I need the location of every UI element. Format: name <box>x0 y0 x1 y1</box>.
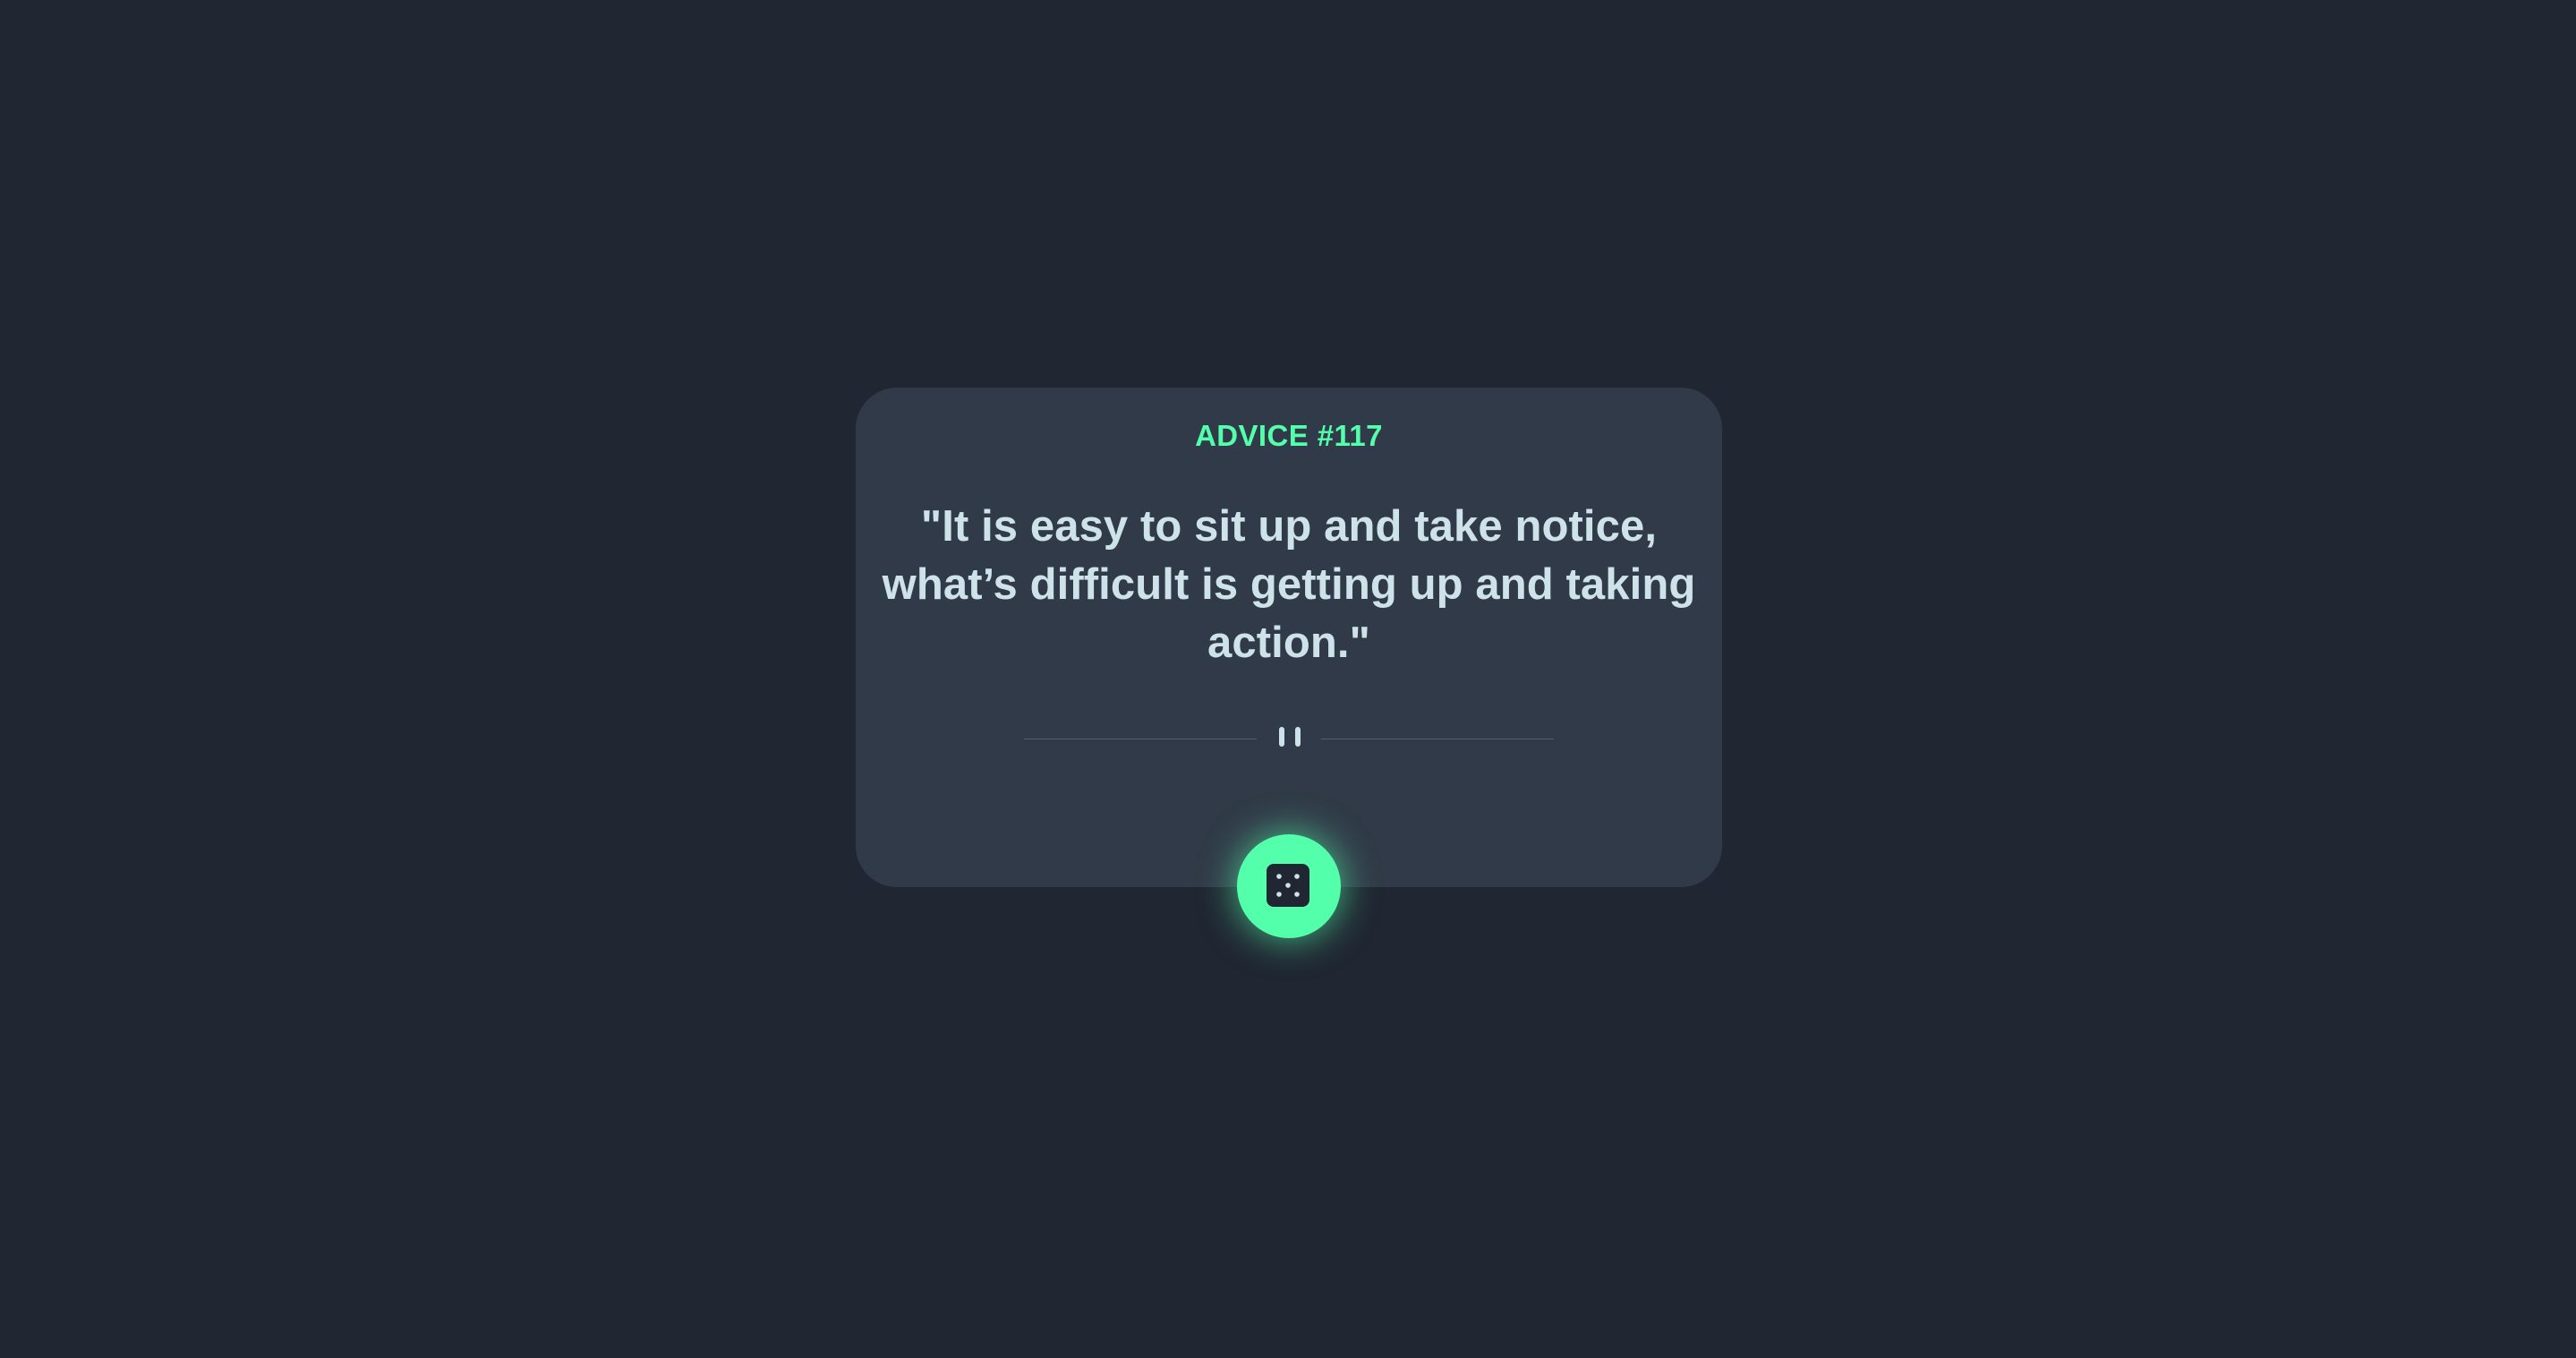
advice-heading: ADVICE #117 <box>1195 419 1383 452</box>
advice-page: ADVICE #117 "It is easy to sit up and ta… <box>0 0 2576 1358</box>
quote-divider <box>1024 726 1554 751</box>
pause-bar-left <box>1279 727 1284 747</box>
pause-bar-right <box>1295 727 1301 747</box>
pause-icon <box>1277 726 1302 751</box>
new-advice-button[interactable] <box>1237 834 1341 938</box>
dice-icon <box>1267 864 1309 907</box>
advice-quote: "It is easy to sit up and take notice, w… <box>882 502 1696 667</box>
advice-card: ADVICE #117 "It is easy to sit up and ta… <box>856 388 1722 887</box>
